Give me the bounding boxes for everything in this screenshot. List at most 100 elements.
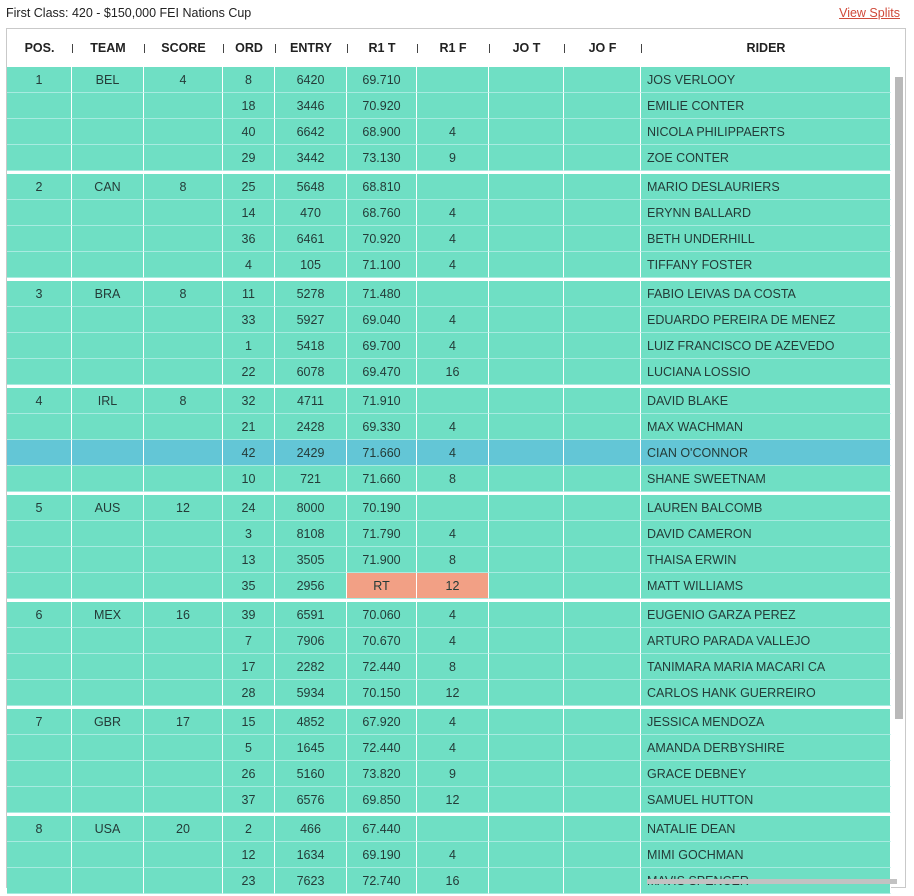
cell-r1-faults: 4: [417, 333, 489, 359]
col-header-pos[interactable]: POS.: [7, 29, 72, 67]
cell-jo-faults: [564, 735, 641, 761]
table-row[interactable]: 13 3505 71.900 8 THAISA ERWIN: [7, 547, 891, 573]
cell-jo-time: [489, 654, 564, 680]
cell-jo-time: [489, 495, 564, 521]
cell-r1-faults: 8: [417, 654, 489, 680]
cell-r1-faults: 8: [417, 466, 489, 492]
cell-jo-time: [489, 466, 564, 492]
results-table: POS. TEAM SCORE ORD ENTRY R1 T R1 F JO T…: [6, 28, 906, 894]
cell-ord: 1: [223, 333, 275, 359]
table-row[interactable]: 21 2428 69.330 4 MAX WACHMAN: [7, 414, 891, 440]
horizontal-scrollbar[interactable]: [647, 879, 897, 884]
cell-team: [72, 787, 144, 813]
cell-entry: 5648: [275, 174, 347, 200]
cell-entry: 6591: [275, 602, 347, 628]
col-header-score[interactable]: SCORE: [144, 29, 223, 67]
table-row[interactable]: 7 GBR 17 15 4852 67.920 4 JESSICA MENDOZA: [7, 706, 891, 735]
cell-score: [144, 359, 223, 385]
cell-r1-faults: 9: [417, 145, 489, 171]
col-header-rider[interactable]: RIDER: [641, 29, 891, 67]
col-header-team[interactable]: TEAM: [72, 29, 144, 67]
cell-entry: 6576: [275, 787, 347, 813]
table-row[interactable]: 3 8108 71.790 4 DAVID CAMERON: [7, 521, 891, 547]
cell-rider: SAMUEL HUTTON: [641, 787, 891, 813]
view-splits-link[interactable]: View Splits: [839, 6, 900, 20]
table-row[interactable]: 8 USA 20 2 466 67.440 NATALIE DEAN: [7, 813, 891, 842]
table-row[interactable]: 3 BRA 8 11 5278 71.480 FABIO LEIVAS DA COSTA: [7, 278, 891, 307]
cell-r1-faults: 4: [417, 521, 489, 547]
cell-entry: 4711: [275, 388, 347, 414]
cell-entry: 5278: [275, 281, 347, 307]
table-row[interactable]: 36 6461 70.920 4 BETH UNDERHILL: [7, 226, 891, 252]
table-row[interactable]: 42 2429 71.660 4 CIAN O'CONNOR: [7, 440, 891, 466]
table-row[interactable]: 5 1645 72.440 4 AMANDA DERBYSHIRE: [7, 735, 891, 761]
vertical-scrollbar[interactable]: [895, 77, 903, 719]
cell-team: [72, 333, 144, 359]
cell-jo-faults: [564, 281, 641, 307]
cell-score: [144, 145, 223, 171]
table-row[interactable]: 29 3442 73.130 9 ZOE CONTER: [7, 145, 891, 171]
table-row[interactable]: 40 6642 68.900 4 NICOLA PHILIPPAERTS: [7, 119, 891, 145]
table-row[interactable]: 33 5927 69.040 4 EDUARDO PEREIRA DE MENEZ: [7, 307, 891, 333]
cell-entry: 6078: [275, 359, 347, 385]
cell-jo-time: [489, 816, 564, 842]
cell-rider: TANIMARA MARIA MACARI CA: [641, 654, 891, 680]
table-row[interactable]: 28 5934 70.150 12 CARLOS HANK GUERREIRO: [7, 680, 891, 706]
cell-score: [144, 842, 223, 868]
table-row[interactable]: 2 CAN 8 25 5648 68.810 MARIO DESLAURIERS: [7, 171, 891, 200]
col-header-r1-faults[interactable]: R1 F: [417, 29, 489, 67]
cell-r1-faults: [417, 174, 489, 200]
table-row[interactable]: 1 BEL 4 8 6420 69.710 JOS VERLOOY: [7, 67, 891, 93]
cell-team: [72, 735, 144, 761]
table-row[interactable]: 22 6078 69.470 16 LUCIANA LOSSIO: [7, 359, 891, 385]
cell-jo-faults: [564, 842, 641, 868]
cell-jo-time: [489, 67, 564, 93]
cell-team: MEX: [72, 602, 144, 628]
cell-entry: 466: [275, 816, 347, 842]
table-row[interactable]: 1 5418 69.700 4 LUIZ FRANCISCO DE AZEVEDO: [7, 333, 891, 359]
cell-pos: [7, 359, 72, 385]
cell-r1-faults: 9: [417, 761, 489, 787]
cell-entry: 3442: [275, 145, 347, 171]
table-row[interactable]: 4 105 71.100 4 TIFFANY FOSTER: [7, 252, 891, 278]
cell-team: GBR: [72, 709, 144, 735]
table-row[interactable]: 18 3446 70.920 EMILIE CONTER: [7, 93, 891, 119]
cell-rider: MAX WACHMAN: [641, 414, 891, 440]
table-row[interactable]: 37 6576 69.850 12 SAMUEL HUTTON: [7, 787, 891, 813]
class-title: First Class: 420 - $150,000 FEI Nations …: [6, 6, 252, 20]
cell-entry: 105: [275, 252, 347, 278]
table-row[interactable]: 14 470 68.760 4 ERYNN BALLARD: [7, 200, 891, 226]
cell-team: [72, 573, 144, 599]
cell-score: [144, 440, 223, 466]
col-header-ord[interactable]: ORD: [223, 29, 275, 67]
cell-score: [144, 226, 223, 252]
table-row[interactable]: 35 2956 RT 12 MATT WILLIAMS: [7, 573, 891, 599]
cell-rider: EDUARDO PEREIRA DE MENEZ: [641, 307, 891, 333]
cell-team: USA: [72, 816, 144, 842]
col-header-jo-time[interactable]: JO T: [489, 29, 564, 67]
table-row[interactable]: 12 1634 69.190 4 MIMI GOCHMAN: [7, 842, 891, 868]
cell-rider: THAISA ERWIN: [641, 547, 891, 573]
cell-pos: [7, 787, 72, 813]
col-header-entry[interactable]: ENTRY: [275, 29, 347, 67]
col-header-r1-time[interactable]: R1 T: [347, 29, 417, 67]
cell-ord: 13: [223, 547, 275, 573]
cell-r1-faults: 4: [417, 709, 489, 735]
table-row[interactable]: 5 AUS 12 24 8000 70.190 LAUREN BALCOMB: [7, 492, 891, 521]
cell-r1-time: 69.710: [347, 67, 417, 93]
cell-jo-time: [489, 440, 564, 466]
cell-r1-time: 67.440: [347, 816, 417, 842]
cell-ord: 42: [223, 440, 275, 466]
cell-rider: EMILIE CONTER: [641, 93, 891, 119]
table-row[interactable]: 10 721 71.660 8 SHANE SWEETNAM: [7, 466, 891, 492]
table-row[interactable]: 17 2282 72.440 8 TANIMARA MARIA MACARI CA: [7, 654, 891, 680]
cell-pos: 6: [7, 602, 72, 628]
table-row[interactable]: 4 IRL 8 32 4711 71.910 DAVID BLAKE: [7, 385, 891, 414]
col-header-jo-faults[interactable]: JO F: [564, 29, 641, 67]
table-row[interactable]: 7 7906 70.670 4 ARTURO PARADA VALLEJO: [7, 628, 891, 654]
cell-rider: AMANDA DERBYSHIRE: [641, 735, 891, 761]
cell-ord: 26: [223, 761, 275, 787]
table-row[interactable]: 6 MEX 16 39 6591 70.060 4 EUGENIO GARZA PEREZ: [7, 599, 891, 628]
table-row[interactable]: 26 5160 73.820 9 GRACE DEBNEY: [7, 761, 891, 787]
cell-ord: 2: [223, 816, 275, 842]
